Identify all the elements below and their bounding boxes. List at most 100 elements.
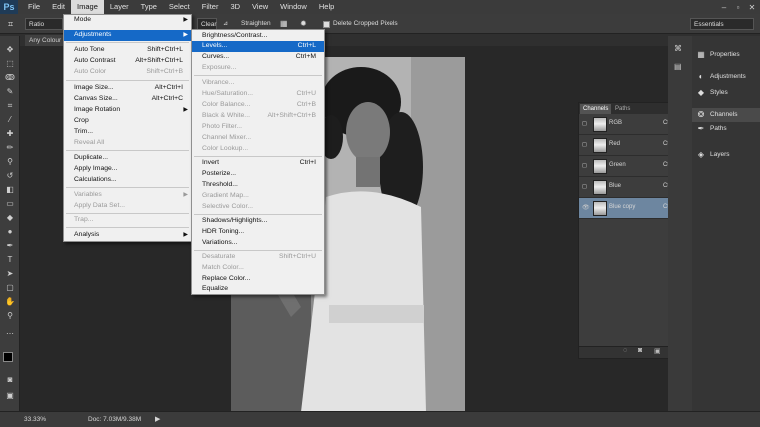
minimize-button[interactable]: – xyxy=(718,0,730,14)
new-channel-icon[interactable]: ▣ xyxy=(654,347,661,355)
adjust-variations[interactable]: Variations... xyxy=(192,238,324,249)
dock-properties[interactable]: ▦ Properties xyxy=(696,48,739,62)
image-menu-calculations[interactable]: Calculations... xyxy=(64,175,191,186)
image-menu-apply-data-set[interactable]: Apply Data Set... xyxy=(64,201,191,212)
adjust-replace-color[interactable]: Replace Color... xyxy=(192,274,324,285)
image-menu-auto-tone[interactable]: Auto Tone Shift+Ctrl+L xyxy=(64,45,191,56)
image-menu-trim[interactable]: Trim... xyxy=(64,127,191,138)
marquee-tool-icon[interactable]: ⬚ xyxy=(3,58,17,69)
adjust-match-color[interactable]: Match Color... xyxy=(192,263,324,274)
load-selection-icon[interactable]: ◌ xyxy=(623,347,627,354)
adjust-selective-color[interactable]: Selective Color... xyxy=(192,202,324,213)
adjust-hdr-toning[interactable]: HDR Toning... xyxy=(192,227,324,238)
image-menu-mode[interactable]: Mode ▶ xyxy=(64,15,191,26)
hand-tool-icon[interactable]: ✋ xyxy=(3,296,17,307)
tab-channels[interactable]: Channels xyxy=(580,104,612,114)
eyedropper-tool-icon[interactable]: ⁄ xyxy=(3,114,17,125)
healing-tool-icon[interactable]: ✚ xyxy=(3,128,17,139)
menu-image[interactable]: Image xyxy=(71,0,104,14)
gradient-tool-icon[interactable]: ▭ xyxy=(3,198,17,209)
adjust-gradient-map[interactable]: Gradient Map... xyxy=(192,191,324,202)
menu-view[interactable]: View xyxy=(246,0,274,14)
adjust-desaturate[interactable]: Desaturate Shift+Ctrl+U xyxy=(192,252,324,263)
adjust-posterize[interactable]: Posterize... xyxy=(192,169,324,180)
adjust-color-lookup[interactable]: Color Lookup... xyxy=(192,144,324,155)
image-menu-auto-contrast[interactable]: Auto Contrast Alt+Shift+Ctrl+L xyxy=(64,56,191,67)
adjust-vibrance[interactable]: Vibrance... xyxy=(192,78,324,89)
delete-cropped-checkbox[interactable] xyxy=(323,21,330,28)
adjust-black-white[interactable]: Black & White... Alt+Shift+Ctrl+B xyxy=(192,111,324,122)
image-menu-canvas-size[interactable]: Canvas Size... Alt+Ctrl+C xyxy=(64,94,191,105)
menu-select[interactable]: Select xyxy=(163,0,196,14)
history-brush-tool-icon[interactable]: ↺ xyxy=(3,170,17,181)
menu-filter[interactable]: Filter xyxy=(196,0,225,14)
image-menu-analysis[interactable]: Analysis ▶ xyxy=(64,230,191,241)
image-menu-auto-color[interactable]: Auto Color Shift+Ctrl+B xyxy=(64,67,191,78)
image-menu-variables[interactable]: Variables ▶ xyxy=(64,190,191,201)
path-select-tool-icon[interactable]: ➤ xyxy=(3,268,17,279)
adjust-brightness-contrast[interactable]: Brightness/Contrast... xyxy=(192,31,324,42)
zoom-tool-icon[interactable]: ⚲ xyxy=(3,310,17,321)
image-menu-trap[interactable]: Trap... xyxy=(64,215,191,226)
dock-adjustments[interactable]: ◐ Adjustments xyxy=(696,70,746,84)
visibility-eye-icon[interactable]: ◻ xyxy=(582,183,590,191)
blur-tool-icon[interactable]: ◆ xyxy=(3,212,17,223)
menu-file[interactable]: File xyxy=(22,0,46,14)
image-menu-image-rotation[interactable]: Image Rotation ▶ xyxy=(64,105,191,116)
adjust-exposure[interactable]: Exposure... xyxy=(192,63,324,74)
lasso-tool-icon[interactable]: ↂ xyxy=(3,72,17,83)
dock-channels[interactable]: ❂ Channels xyxy=(692,108,760,122)
dodge-tool-icon[interactable]: ● xyxy=(3,226,17,237)
workspace-select[interactable]: Essentials xyxy=(690,18,754,30)
adjust-hue-saturation[interactable]: Hue/Saturation... Ctrl+U xyxy=(192,89,324,100)
history-icon[interactable]: ⌘ xyxy=(674,44,682,53)
adjust-shadows-highlights[interactable]: Shadows/Highlights... xyxy=(192,216,324,227)
properties-icon[interactable]: ▤ xyxy=(674,62,682,71)
visibility-eye-icon[interactable]: ◻ xyxy=(582,141,590,149)
adjust-levels[interactable]: Levels... Ctrl+L xyxy=(192,41,324,52)
type-tool-icon[interactable]: T xyxy=(3,254,17,265)
status-arrow-icon[interactable]: ▶ xyxy=(155,415,160,423)
clone-stamp-tool-icon[interactable]: ⚲ xyxy=(3,156,17,167)
zoom-level[interactable]: 33.33% xyxy=(24,416,46,423)
adjust-curves[interactable]: Curves... Ctrl+M xyxy=(192,52,324,63)
adjust-invert[interactable]: Invert Ctrl+I xyxy=(192,158,324,169)
image-menu-reveal-all[interactable]: Reveal All xyxy=(64,138,191,149)
image-menu-apply-image[interactable]: Apply Image... xyxy=(64,164,191,175)
adjust-equalize[interactable]: Equalize xyxy=(192,284,324,295)
image-menu-image-size[interactable]: Image Size... Alt+Ctrl+I xyxy=(64,83,191,94)
document-tab[interactable]: Any Colour xyxy=(25,35,66,46)
crop-tool-icon[interactable]: ⌗ xyxy=(3,100,17,111)
image-menu-crop[interactable]: Crop xyxy=(64,116,191,127)
eraser-tool-icon[interactable]: ◧ xyxy=(3,184,17,195)
save-selection-icon[interactable]: ◙ xyxy=(638,347,642,354)
menu-layer[interactable]: Layer xyxy=(104,0,135,14)
dock-styles[interactable]: ◆ Styles xyxy=(696,86,728,100)
menu-type[interactable]: Type xyxy=(135,0,163,14)
menu-3d[interactable]: 3D xyxy=(224,0,246,14)
image-menu-adjustments[interactable]: Adjustments ▶ xyxy=(64,30,191,41)
brush-tool-icon[interactable]: ✏ xyxy=(3,142,17,153)
move-tool-icon[interactable]: ✥ xyxy=(3,44,17,55)
ratio-select[interactable]: Ratio xyxy=(25,18,63,30)
adjust-threshold[interactable]: Threshold... xyxy=(192,180,324,191)
visibility-eye-icon[interactable]: ◻ xyxy=(582,120,590,128)
adjust-channel-mixer[interactable]: Channel Mixer... xyxy=(192,133,324,144)
maximize-button[interactable]: ▫ xyxy=(732,0,744,14)
crop-icon[interactable]: ⌗ xyxy=(8,18,13,30)
screen-mode-icon[interactable]: ▣ xyxy=(3,390,17,401)
visibility-eye-icon[interactable]: ◻ xyxy=(582,162,590,170)
quick-mask-icon[interactable]: ◙ xyxy=(3,374,17,385)
dock-paths[interactable]: ✒ Paths xyxy=(696,122,727,136)
menu-help[interactable]: Help xyxy=(313,0,340,14)
tab-paths[interactable]: Paths xyxy=(612,104,633,114)
image-menu-duplicate[interactable]: Duplicate... xyxy=(64,153,191,164)
extra-tools-icon[interactable]: ⋯ xyxy=(3,328,17,339)
quick-select-tool-icon[interactable]: ✎ xyxy=(3,86,17,97)
shape-tool-icon[interactable]: ▢ xyxy=(3,282,17,293)
pen-tool-icon[interactable]: ✒ xyxy=(3,240,17,251)
dock-layers[interactable]: ◈ Layers xyxy=(696,148,730,162)
menu-edit[interactable]: Edit xyxy=(46,0,71,14)
visibility-eye-icon[interactable]: 👁 xyxy=(582,204,590,212)
foreground-color-swatch[interactable] xyxy=(3,352,13,362)
